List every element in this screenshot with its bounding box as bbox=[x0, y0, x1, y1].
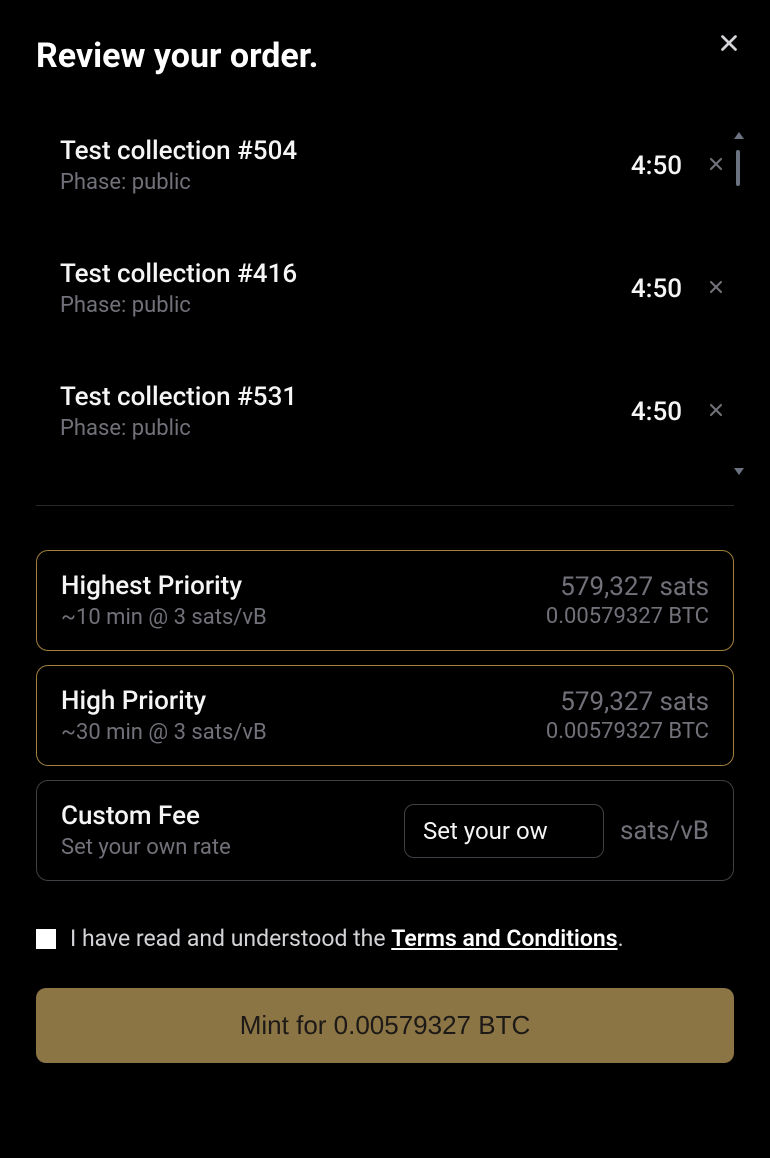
order-meta: 4:50 bbox=[631, 397, 726, 427]
priority-info: High Priority ~30 min @ 3 sats/vB bbox=[61, 686, 267, 745]
terms-text: I have read and understood the Terms and… bbox=[70, 925, 624, 952]
priority-title: High Priority bbox=[61, 686, 267, 716]
priority-subtitle: ~30 min @ 3 sats/vB bbox=[61, 720, 267, 745]
order-info: Test collection #416 Phase: public bbox=[60, 259, 297, 318]
priority-amount: 579,327 sats 0.00579327 BTC bbox=[546, 687, 709, 744]
priority-sats: 579,327 sats bbox=[546, 687, 709, 717]
order-info: Test collection #531 Phase: public bbox=[60, 382, 297, 441]
priority-info: Highest Priority ~10 min @ 3 sats/vB bbox=[61, 571, 267, 630]
terms-link[interactable]: Terms and Conditions bbox=[391, 925, 617, 952]
custom-unit-label: sats/vB bbox=[620, 816, 709, 846]
custom-fee-input[interactable]: Set your ow bbox=[404, 804, 604, 858]
priority-btc: 0.00579327 BTC bbox=[546, 719, 709, 744]
close-button[interactable] bbox=[716, 30, 742, 61]
order-info: Test collection #504 Phase: public bbox=[60, 136, 297, 195]
order-meta: 4:50 bbox=[631, 151, 726, 181]
priority-card-custom[interactable]: Custom Fee Set your own rate Set your ow… bbox=[36, 780, 734, 881]
order-item: Test collection #504 Phase: public 4:50 bbox=[60, 136, 726, 195]
close-icon bbox=[706, 277, 726, 297]
order-title: Test collection #416 bbox=[60, 259, 297, 289]
mint-button[interactable]: Mint for 0.00579327 BTC bbox=[36, 988, 734, 1063]
order-item: Test collection #416 Phase: public 4:50 bbox=[60, 259, 726, 318]
custom-input-group: Set your ow sats/vB bbox=[404, 804, 709, 858]
terms-suffix: . bbox=[618, 925, 624, 952]
remove-order-button[interactable] bbox=[706, 277, 726, 301]
order-meta: 4:50 bbox=[631, 274, 726, 304]
order-time: 4:50 bbox=[631, 151, 682, 181]
priority-btc: 0.00579327 BTC bbox=[546, 604, 709, 629]
remove-order-button[interactable] bbox=[706, 400, 726, 424]
custom-subtitle: Set your own rate bbox=[61, 835, 231, 860]
modal-title: Review your order. bbox=[36, 36, 734, 76]
review-order-modal: Review your order. Test collection #504 … bbox=[0, 0, 770, 1099]
scroll-arrow-down-icon[interactable] bbox=[734, 468, 744, 475]
priority-card-high[interactable]: High Priority ~30 min @ 3 sats/vB 579,32… bbox=[36, 665, 734, 766]
order-title: Test collection #504 bbox=[60, 136, 297, 166]
order-title: Test collection #531 bbox=[60, 382, 297, 412]
priority-subtitle: ~10 min @ 3 sats/vB bbox=[61, 605, 267, 630]
priority-sats: 579,327 sats bbox=[546, 572, 709, 602]
order-phase: Phase: public bbox=[60, 293, 297, 318]
priority-amount: 579,327 sats 0.00579327 BTC bbox=[546, 572, 709, 629]
close-icon bbox=[706, 400, 726, 420]
terms-checkbox[interactable] bbox=[36, 929, 56, 949]
priority-title: Highest Priority bbox=[61, 571, 267, 601]
order-time: 4:50 bbox=[631, 397, 682, 427]
scroll-arrow-up-icon[interactable] bbox=[734, 132, 744, 139]
close-icon bbox=[706, 154, 726, 174]
order-time: 4:50 bbox=[631, 274, 682, 304]
terms-row: I have read and understood the Terms and… bbox=[36, 925, 734, 952]
order-item: Test collection #531 Phase: public 4:50 bbox=[60, 382, 726, 441]
close-icon bbox=[716, 30, 742, 56]
custom-info: Custom Fee Set your own rate bbox=[61, 801, 231, 860]
order-phase: Phase: public bbox=[60, 170, 297, 195]
order-list: Test collection #504 Phase: public 4:50 … bbox=[60, 136, 734, 441]
priority-card-highest[interactable]: Highest Priority ~10 min @ 3 sats/vB 579… bbox=[36, 550, 734, 651]
remove-order-button[interactable] bbox=[706, 154, 726, 178]
order-phase: Phase: public bbox=[60, 416, 297, 441]
custom-title: Custom Fee bbox=[61, 801, 231, 831]
scrollbar-thumb[interactable] bbox=[736, 150, 740, 186]
terms-prefix: I have read and understood the bbox=[70, 925, 391, 952]
divider bbox=[36, 505, 734, 506]
